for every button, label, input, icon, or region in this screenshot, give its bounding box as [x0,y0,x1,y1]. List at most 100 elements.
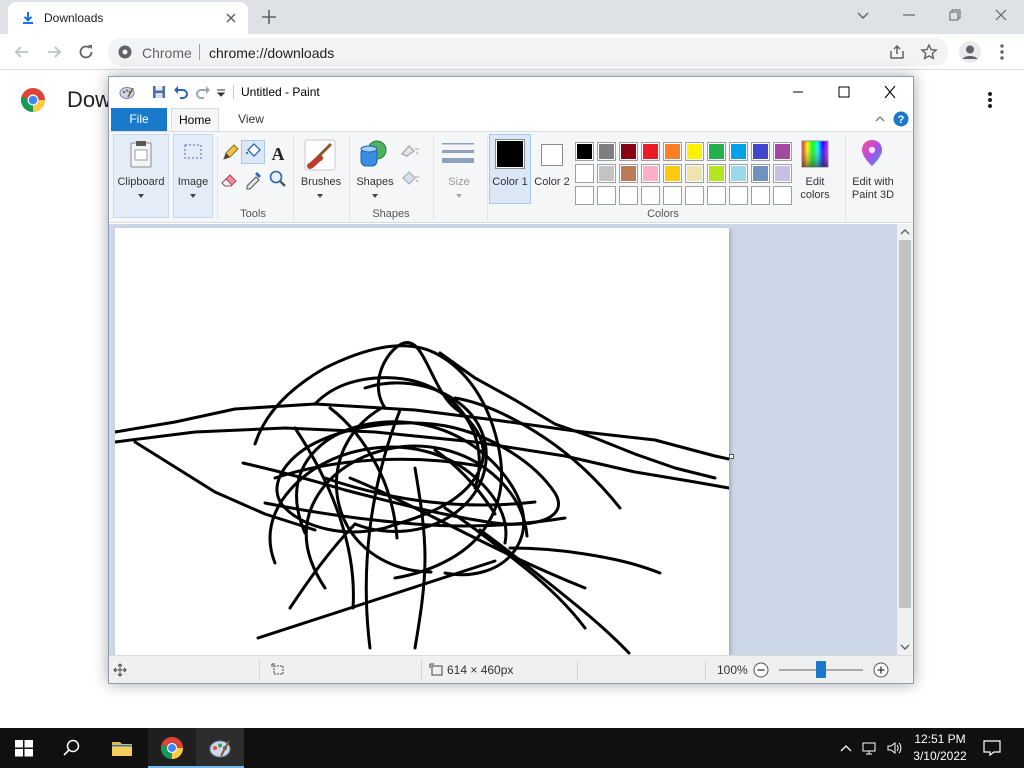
custom-color-slot[interactable] [751,186,770,205]
custom-color-slot[interactable] [663,186,682,205]
group-separator [217,136,218,220]
group-separator [433,136,434,220]
palette-swatch[interactable] [685,142,704,161]
paint-taskbar-button[interactable] [196,728,244,768]
custom-color-slot[interactable] [729,186,748,205]
palette-swatch[interactable] [729,164,748,183]
text-tool-icon[interactable]: A [267,142,289,164]
paint-3d-icon[interactable] [857,138,887,168]
pencil-icon[interactable] [219,142,241,164]
volume-icon[interactable] [886,740,902,756]
custom-color-slot[interactable] [685,186,704,205]
palette-swatch[interactable] [641,142,660,161]
help-icon[interactable]: ? [893,111,909,127]
profile-avatar-icon[interactable] [958,40,982,64]
palette-swatch[interactable] [597,142,616,161]
outline-icon[interactable] [399,140,421,162]
paint-minimize-icon[interactable] [787,82,809,102]
color2-swatch[interactable] [541,144,563,166]
palette-swatch[interactable] [663,142,682,161]
canvas-resize-handle[interactable] [729,454,734,459]
tab-view[interactable]: View [227,108,275,131]
notifications-icon[interactable] [982,738,1002,758]
customize-toolbar-icon[interactable] [215,84,231,100]
network-icon[interactable] [862,740,878,756]
custom-color-slot[interactable] [575,186,594,205]
swatch-color [599,166,614,181]
drawing-canvas[interactable] [115,228,729,655]
color1-swatch [495,139,525,169]
more-actions-icon[interactable] [982,89,998,111]
eraser-icon[interactable] [219,168,241,190]
new-tab-button[interactable] [258,6,280,28]
palette-swatch[interactable] [597,164,616,183]
custom-color-slot[interactable] [597,186,616,205]
chrome-menu-icon[interactable] [994,42,1010,62]
palette-swatch[interactable] [707,142,726,161]
chrome-taskbar-button[interactable] [148,728,196,768]
palette-swatch[interactable] [575,142,594,161]
tab-home[interactable]: Home [171,108,219,132]
file-explorer-button[interactable] [98,728,146,768]
collapse-ribbon-icon[interactable] [873,112,887,126]
custom-color-slot[interactable] [707,186,726,205]
canvas-workspace [109,224,897,655]
zoom-out-icon[interactable] [753,662,769,678]
palette-swatch[interactable] [773,164,792,183]
palette-swatch[interactable] [575,164,594,183]
address-bar[interactable]: Chrome chrome://downloads [108,38,948,66]
brushes-icon[interactable] [303,138,337,172]
palette-swatch[interactable] [641,164,660,183]
save-icon[interactable] [151,84,167,100]
scroll-up-icon[interactable] [897,224,913,240]
restore-icon[interactable] [944,4,966,26]
scrollbar-thumb[interactable] [899,240,911,608]
paint-maximize-icon[interactable] [833,82,855,102]
bookmark-star-icon[interactable] [920,43,938,61]
custom-color-slot[interactable] [641,186,660,205]
palette-swatch[interactable] [773,142,792,161]
custom-color-slot[interactable] [619,186,638,205]
zoom-slider-thumb[interactable] [816,661,826,678]
paint-close-icon[interactable] [879,82,901,102]
forward-icon[interactable] [44,42,64,62]
start-button[interactable] [0,728,48,768]
share-icon[interactable] [888,43,906,61]
palette-swatch[interactable] [729,142,748,161]
tab-downloads[interactable]: Downloads [8,2,248,34]
size-icon[interactable] [441,140,475,170]
reload-icon[interactable] [76,42,96,62]
palette-swatch[interactable] [619,142,638,161]
undo-icon[interactable] [173,84,189,100]
back-icon[interactable] [12,42,32,62]
palette-swatch[interactable] [751,164,770,183]
palette-swatch[interactable] [751,142,770,161]
vertical-scrollbar[interactable] [897,224,913,655]
show-hidden-icons-icon[interactable] [838,740,854,756]
tab-file[interactable]: File [111,108,167,131]
custom-color-slot[interactable] [773,186,792,205]
palette-swatch[interactable] [707,164,726,183]
shape-fill-icon[interactable] [399,166,421,188]
paint-app-icon[interactable] [119,84,135,100]
clock-time[interactable]: 12:51 PM [912,732,968,746]
tab-search-icon[interactable] [852,4,874,26]
search-button[interactable] [48,728,96,768]
zoom-in-icon[interactable] [873,662,889,678]
close-window-icon[interactable] [990,4,1012,26]
shapes-icon[interactable] [357,138,391,172]
clock-date[interactable]: 3/10/2022 [908,749,972,763]
minimize-icon[interactable] [898,4,920,26]
close-tab-icon[interactable] [222,9,240,27]
color-picker-icon[interactable] [243,168,265,190]
swatch-color [643,144,658,159]
browser-toolbar: Chrome chrome://downloads [0,34,1024,70]
url-text[interactable]: chrome://downloads [209,45,334,61]
edit-colors-icon[interactable] [801,140,829,168]
magnifier-icon[interactable] [267,168,289,190]
palette-swatch[interactable] [685,164,704,183]
palette-swatch[interactable] [663,164,682,183]
palette-swatch[interactable] [619,164,638,183]
redo-icon[interactable] [195,84,211,100]
scroll-down-icon[interactable] [897,639,913,655]
